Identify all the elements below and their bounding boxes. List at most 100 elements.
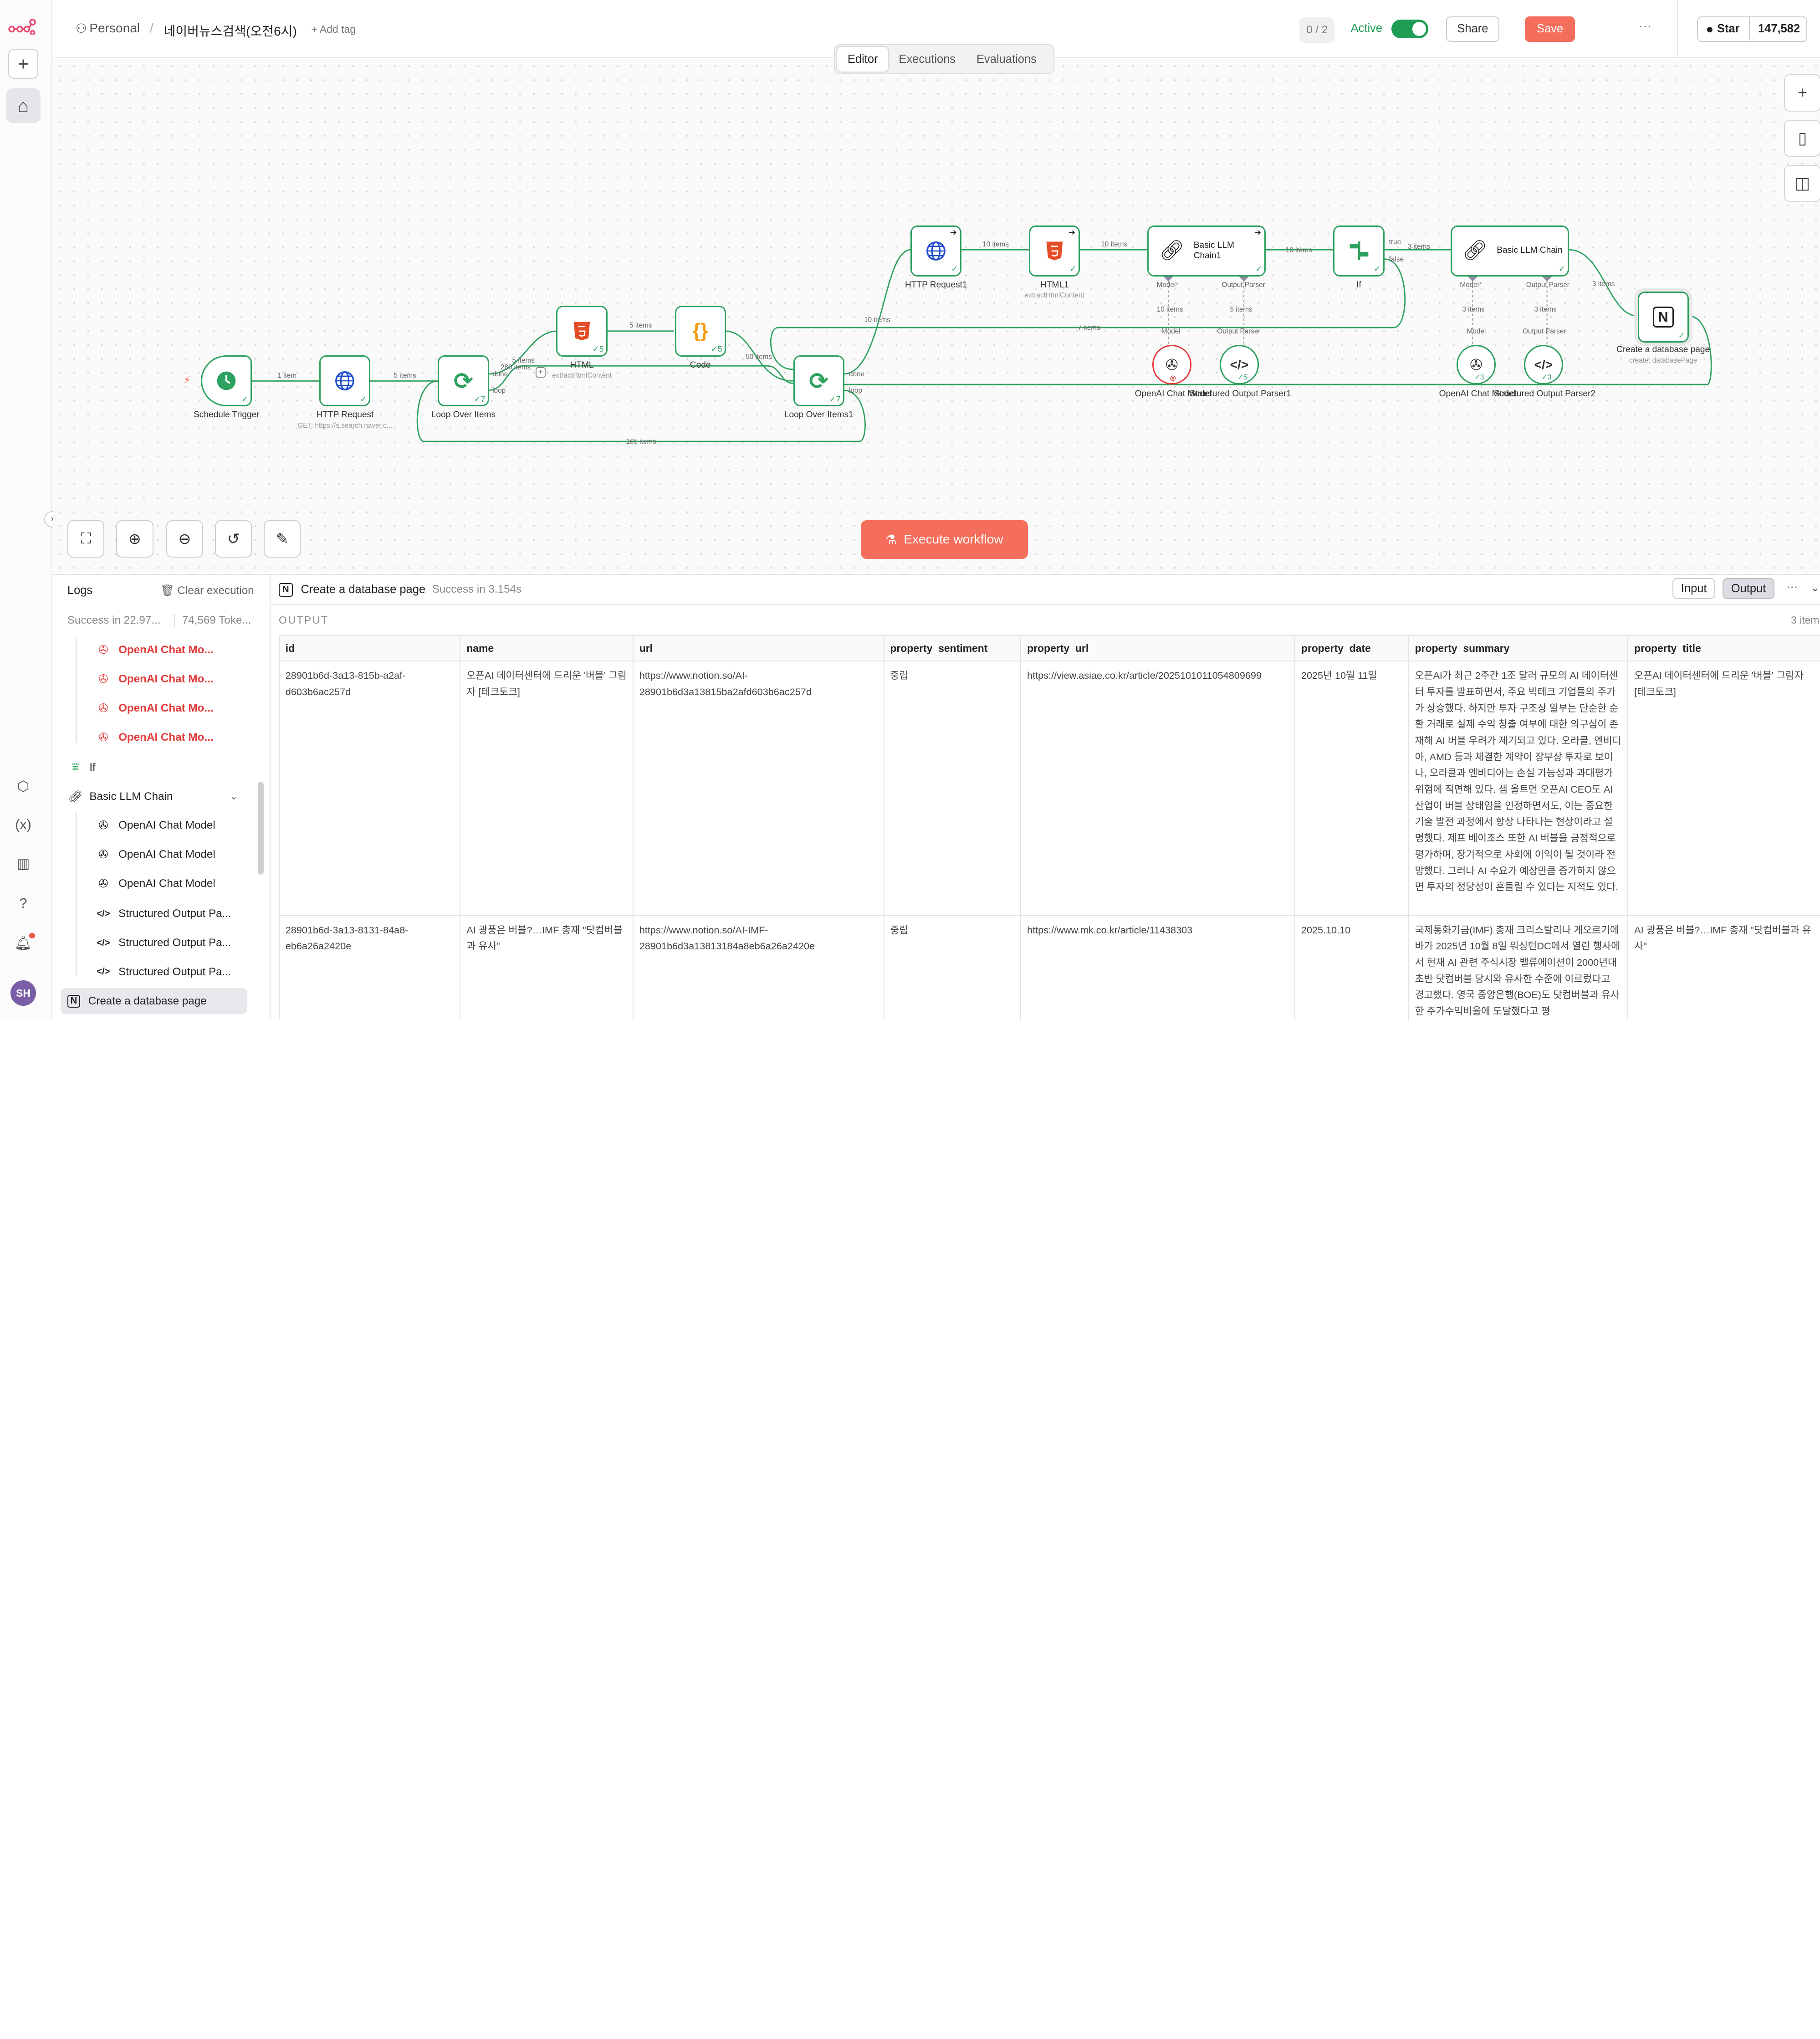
- log-item[interactable]: 🔗︎ Basic LLM Chain ⌄: [53, 784, 271, 809]
- node-loop-over-items[interactable]: ⟳ ✓7: [438, 355, 489, 407]
- panel-more-button[interactable]: ···: [1786, 580, 1798, 594]
- node-label: Create a database page: [1616, 345, 1710, 355]
- log-item[interactable]: ⩸ If: [53, 755, 271, 780]
- node-http-request[interactable]: ✓: [319, 355, 371, 407]
- column-header[interactable]: property_url: [1020, 635, 1296, 662]
- tidy-up-icon[interactable]: ✎: [263, 520, 301, 558]
- node-label: HTML1: [1040, 280, 1069, 290]
- node-basic-llm-chain1[interactable]: 🔗︎ Basic LLM Chain1 ✓ ➔: [1147, 225, 1266, 277]
- log-item[interactable]: ✇ OpenAI Chat Model: [53, 842, 271, 867]
- node-loop-over-items1[interactable]: ⟳ ✓7: [793, 355, 844, 407]
- table-cell[interactable]: AI 광풍은 버블?…IMF 총재 "닷컴버블과 유사": [1627, 915, 1820, 1020]
- table-cell[interactable]: 중립: [883, 661, 1022, 916]
- loop-icon: ⟳: [454, 368, 473, 394]
- code-tag-icon: </>: [97, 967, 110, 977]
- node-openai-chat-model[interactable]: ✇ ✓3: [1456, 345, 1496, 385]
- logs-summary: Success in 22.97...: [67, 614, 161, 627]
- column-header[interactable]: property_summary: [1408, 635, 1629, 662]
- node-openai-chat-model1[interactable]: ✇ ⊗: [1152, 345, 1192, 385]
- table-cell[interactable]: https://view.asiae.co.kr/article/2025101…: [1020, 661, 1296, 916]
- table-cell[interactable]: 오픈AI 데이터센터에 드리운 '버블' 그림자 [테크토크]: [460, 661, 634, 916]
- table-cell[interactable]: 28901b6d-3a13-815b-a2af-d603b6ac257d: [278, 661, 461, 916]
- column-header[interactable]: url: [632, 635, 884, 662]
- pinned-arrow-icon: ➔: [950, 228, 957, 237]
- log-item[interactable]: ✇ OpenAI Chat Mo...: [53, 637, 271, 663]
- log-item-label: OpenAI Chat Mo...: [118, 673, 214, 686]
- node-schedule-trigger[interactable]: ✓: [201, 355, 252, 407]
- output-table-wrapper[interactable]: id name url property_sentiment property_…: [278, 635, 1820, 1020]
- globe-icon: [335, 371, 355, 391]
- table-cell[interactable]: 오픈AI가 최근 2주간 1조 달러 규모의 AI 데이터센터 투자를 발표하면…: [1408, 661, 1629, 916]
- table-cell[interactable]: 2025.10.10: [1294, 915, 1409, 1020]
- code-tag-icon: </>: [1230, 357, 1249, 372]
- edge-label-loop: loop: [492, 387, 506, 395]
- node-subtitle: GET: https://s.search.naver.c...: [297, 421, 393, 430]
- column-header[interactable]: property_title: [1627, 635, 1820, 662]
- undo-icon[interactable]: ↺: [215, 520, 252, 558]
- node-html1[interactable]: ✓ ➔: [1029, 225, 1080, 277]
- loop-icon: ⟳: [809, 368, 829, 394]
- fit-view-icon[interactable]: ⛶: [67, 520, 105, 558]
- table-cell[interactable]: 국제통화기금(IMF) 총재 크리스탈리나 게오르기에바가 2025년 10월 …: [1408, 915, 1629, 1020]
- edge-label: 3 items: [1462, 305, 1485, 313]
- log-item-label: If: [89, 761, 96, 774]
- node-structured-output-parser2[interactable]: </> ✓3: [1523, 345, 1564, 385]
- log-item-selected[interactable]: N Create a database page: [60, 988, 248, 1014]
- chevron-down-icon[interactable]: ⌄: [230, 791, 238, 802]
- node-label: Code: [690, 360, 711, 370]
- node-structured-output-parser1[interactable]: </> ✓5: [1219, 345, 1259, 385]
- node-subtitle: extractHtmlContent: [552, 372, 612, 379]
- code-tag-icon: </>: [97, 938, 110, 948]
- table-cell[interactable]: https://www.notion.so/AI-IMF-28901b6d3a1…: [632, 915, 884, 1020]
- execute-workflow-button[interactable]: ⚗ Execute workflow: [860, 520, 1028, 559]
- html5-icon: [1046, 241, 1063, 261]
- log-item-label: OpenAI Chat Mo...: [118, 644, 214, 656]
- node-create-database-page[interactable]: N ✓: [1637, 292, 1689, 343]
- table-cell[interactable]: https://www.notion.so/AI-28901b6d3a13815…: [632, 661, 884, 916]
- edge-label-loop: loop: [849, 387, 862, 395]
- node-code[interactable]: {} ✓5: [675, 305, 726, 357]
- log-item[interactable]: ✇ OpenAI Chat Mo...: [53, 666, 271, 692]
- table-cell[interactable]: 중립: [883, 915, 1022, 1020]
- node-http-request1[interactable]: ✓ ➔: [910, 225, 962, 277]
- chevron-down-icon[interactable]: ⌄: [1810, 582, 1819, 594]
- node-if[interactable]: ✓: [1333, 225, 1385, 277]
- zoom-in-icon[interactable]: ⊕: [116, 520, 153, 558]
- log-item-label: Structured Output Pa...: [118, 937, 231, 949]
- openai-icon: ✇: [98, 644, 108, 657]
- globe-icon: [926, 241, 946, 261]
- table-cell[interactable]: 2025년 10월 11일: [1294, 661, 1409, 916]
- code-tag-icon: </>: [1534, 357, 1553, 372]
- edge-label-done: done: [849, 370, 865, 379]
- output-tab-button[interactable]: Output: [1722, 578, 1775, 599]
- log-item-label: OpenAI Chat Mo...: [118, 731, 214, 743]
- node-basic-llm-chain[interactable]: 🔗︎ Basic LLM Chain ✓: [1450, 225, 1569, 277]
- column-header[interactable]: name: [460, 635, 634, 662]
- log-item[interactable]: ✇ OpenAI Chat Model: [53, 813, 271, 838]
- log-item[interactable]: ✇ OpenAI Chat Mo...: [53, 696, 271, 721]
- port-label-parser: Output Parser: [1217, 328, 1261, 336]
- zoom-out-icon[interactable]: ⊖: [166, 520, 204, 558]
- table-cell[interactable]: https://www.mk.co.kr/article/11438303: [1020, 915, 1296, 1020]
- input-tab-button[interactable]: Input: [1672, 578, 1716, 599]
- table-cell[interactable]: 28901b6d-3a13-8131-84a8-eb6a26a2420e: [278, 915, 461, 1020]
- edge-label: 5 items: [629, 322, 652, 330]
- column-header[interactable]: property_date: [1294, 635, 1409, 662]
- log-item[interactable]: </> Structured Output Pa...: [53, 930, 271, 956]
- table-cell[interactable]: AI 광풍은 버블?…IMF 총재 "닷컴버블과 유사": [460, 915, 634, 1020]
- log-item-label: Create a database page: [88, 994, 207, 1007]
- log-item[interactable]: ✇ OpenAI Chat Model: [53, 871, 271, 897]
- log-item[interactable]: </> Structured Output Pa...: [53, 901, 271, 927]
- clear-execution-button[interactable]: 🗑︎ Clear execution: [160, 584, 254, 597]
- log-item[interactable]: ✇ OpenAI Chat Mo...: [53, 725, 271, 750]
- panel-node-name: Create a database page: [301, 583, 426, 596]
- edge-label: 10 items: [1156, 305, 1183, 313]
- node-html[interactable]: ✓5: [556, 305, 608, 357]
- column-header[interactable]: property_sentiment: [883, 635, 1022, 662]
- column-header[interactable]: id: [278, 635, 461, 662]
- node-label: HTTP Request: [316, 410, 374, 420]
- log-item-label: OpenAI Chat Model: [118, 877, 215, 890]
- table-cell[interactable]: 오픈AI 데이터센터에 드리운 '버블' 그림자 [테크토크]: [1627, 661, 1820, 916]
- edge-label: 3 items: [1407, 242, 1430, 251]
- log-item[interactable]: </> Structured Output Pa...: [53, 959, 271, 985]
